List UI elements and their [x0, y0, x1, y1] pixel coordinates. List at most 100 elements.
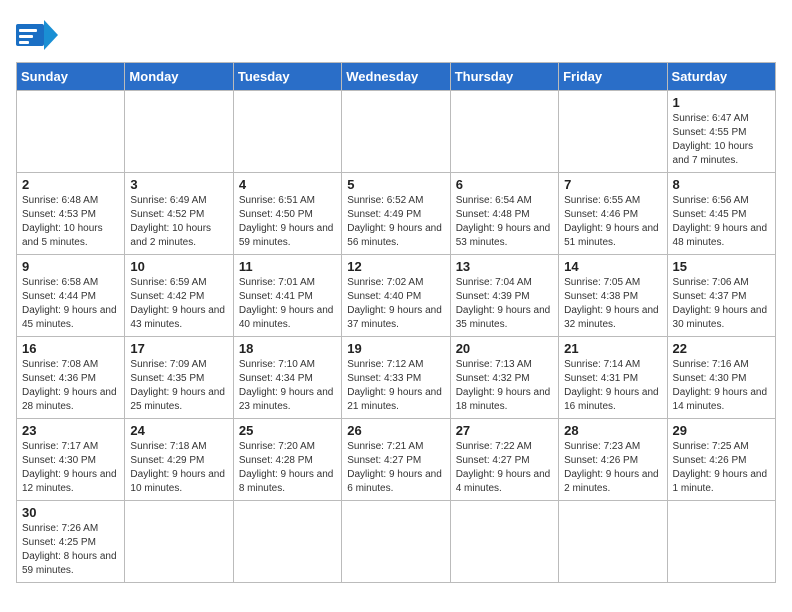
calendar-week-row: 1 Sunrise: 6:47 AM Sunset: 4:55 PM Daylig… — [17, 91, 776, 173]
calendar-day-cell: 12 Sunrise: 7:02 AM Sunset: 4:40 PM Dayli… — [342, 255, 450, 337]
weekday-header-thursday: Thursday — [450, 63, 558, 91]
day-info: Sunrise: 7:26 AM Sunset: 4:25 PM Dayligh… — [22, 522, 119, 578]
weekday-header-monday: Monday — [125, 63, 233, 91]
day-number: 1 — [673, 95, 770, 110]
day-info: Sunrise: 6:49 AM Sunset: 4:52 PM Dayligh… — [130, 194, 227, 250]
calendar-day-cell: 15 Sunrise: 7:06 AM Sunset: 4:37 PM Dayli… — [667, 255, 775, 337]
day-info: Sunrise: 7:20 AM Sunset: 4:28 PM Dayligh… — [239, 440, 336, 496]
day-info: Sunrise: 6:47 AM Sunset: 4:55 PM Dayligh… — [673, 112, 770, 168]
calendar-day-cell: 30 Sunrise: 7:26 AM Sunset: 4:25 PM Dayli… — [17, 501, 125, 583]
day-info: Sunrise: 6:54 AM Sunset: 4:48 PM Dayligh… — [456, 194, 553, 250]
day-number: 28 — [564, 423, 661, 438]
day-number: 20 — [456, 341, 553, 356]
calendar-day-cell — [125, 501, 233, 583]
day-info: Sunrise: 7:09 AM Sunset: 4:35 PM Dayligh… — [130, 358, 227, 414]
day-info: Sunrise: 6:52 AM Sunset: 4:49 PM Dayligh… — [347, 194, 444, 250]
calendar-day-cell: 24 Sunrise: 7:18 AM Sunset: 4:29 PM Dayli… — [125, 419, 233, 501]
calendar-day-cell: 5 Sunrise: 6:52 AM Sunset: 4:49 PM Daylig… — [342, 173, 450, 255]
day-info: Sunrise: 6:56 AM Sunset: 4:45 PM Dayligh… — [673, 194, 770, 250]
day-info: Sunrise: 7:14 AM Sunset: 4:31 PM Dayligh… — [564, 358, 661, 414]
day-number: 12 — [347, 259, 444, 274]
calendar-day-cell: 13 Sunrise: 7:04 AM Sunset: 4:39 PM Dayli… — [450, 255, 558, 337]
calendar-week-row: 23 Sunrise: 7:17 AM Sunset: 4:30 PM Dayli… — [17, 419, 776, 501]
calendar-day-cell — [450, 91, 558, 173]
logo-icon — [16, 16, 58, 54]
weekday-header-row: SundayMondayTuesdayWednesdayThursdayFrid… — [17, 63, 776, 91]
day-info: Sunrise: 7:05 AM Sunset: 4:38 PM Dayligh… — [564, 276, 661, 332]
calendar-day-cell: 7Sunrise: 6:55 AM Sunset: 4:46 PM Daylig… — [559, 173, 667, 255]
day-info: Sunrise: 6:59 AM Sunset: 4:42 PM Dayligh… — [130, 276, 227, 332]
day-number: 13 — [456, 259, 553, 274]
calendar-day-cell: 17 Sunrise: 7:09 AM Sunset: 4:35 PM Dayli… — [125, 337, 233, 419]
day-info: Sunrise: 7:04 AM Sunset: 4:39 PM Dayligh… — [456, 276, 553, 332]
day-number: 21 — [564, 341, 661, 356]
calendar-day-cell: 10 Sunrise: 6:59 AM Sunset: 4:42 PM Dayli… — [125, 255, 233, 337]
day-number: 4 — [239, 177, 336, 192]
day-number: 27 — [456, 423, 553, 438]
day-info: Sunrise: 7:21 AM Sunset: 4:27 PM Dayligh… — [347, 440, 444, 496]
day-number: 2 — [22, 177, 119, 192]
day-number: 10 — [130, 259, 227, 274]
calendar-day-cell — [233, 501, 341, 583]
day-info: Sunrise: 7:22 AM Sunset: 4:27 PM Dayligh… — [456, 440, 553, 496]
calendar-day-cell — [17, 91, 125, 173]
day-info: Sunrise: 7:06 AM Sunset: 4:37 PM Dayligh… — [673, 276, 770, 332]
calendar-day-cell: 28 Sunrise: 7:23 AM Sunset: 4:26 PM Dayli… — [559, 419, 667, 501]
day-info: Sunrise: 7:17 AM Sunset: 4:30 PM Dayligh… — [22, 440, 119, 496]
day-number: 19 — [347, 341, 444, 356]
day-info: Sunrise: 6:55 AM Sunset: 4:46 PM Dayligh… — [564, 194, 661, 250]
day-number: 25 — [239, 423, 336, 438]
weekday-header-wednesday: Wednesday — [342, 63, 450, 91]
calendar-day-cell: 14Sunrise: 7:05 AM Sunset: 4:38 PM Dayli… — [559, 255, 667, 337]
weekday-header-friday: Friday — [559, 63, 667, 91]
calendar-day-cell — [559, 91, 667, 173]
calendar-day-cell: 1 Sunrise: 6:47 AM Sunset: 4:55 PM Daylig… — [667, 91, 775, 173]
day-info: Sunrise: 6:58 AM Sunset: 4:44 PM Dayligh… — [22, 276, 119, 332]
day-info: Sunrise: 6:51 AM Sunset: 4:50 PM Dayligh… — [239, 194, 336, 250]
day-number: 22 — [673, 341, 770, 356]
calendar-day-cell: 29 Sunrise: 7:25 AM Sunset: 4:26 PM Dayli… — [667, 419, 775, 501]
calendar-week-row: 9Sunrise: 6:58 AM Sunset: 4:44 PM Daylig… — [17, 255, 776, 337]
calendar-day-cell — [667, 501, 775, 583]
day-number: 8 — [673, 177, 770, 192]
day-number: 15 — [673, 259, 770, 274]
calendar-day-cell: 9Sunrise: 6:58 AM Sunset: 4:44 PM Daylig… — [17, 255, 125, 337]
calendar-day-cell: 2 Sunrise: 6:48 AM Sunset: 4:53 PM Daylig… — [17, 173, 125, 255]
calendar-day-cell: 23 Sunrise: 7:17 AM Sunset: 4:30 PM Dayli… — [17, 419, 125, 501]
day-number: 23 — [22, 423, 119, 438]
weekday-header-saturday: Saturday — [667, 63, 775, 91]
calendar-week-row: 2 Sunrise: 6:48 AM Sunset: 4:53 PM Daylig… — [17, 173, 776, 255]
day-number: 29 — [673, 423, 770, 438]
calendar-day-cell: 19 Sunrise: 7:12 AM Sunset: 4:33 PM Dayli… — [342, 337, 450, 419]
day-info: Sunrise: 7:23 AM Sunset: 4:26 PM Dayligh… — [564, 440, 661, 496]
day-info: Sunrise: 7:02 AM Sunset: 4:40 PM Dayligh… — [347, 276, 444, 332]
day-number: 18 — [239, 341, 336, 356]
day-info: Sunrise: 7:10 AM Sunset: 4:34 PM Dayligh… — [239, 358, 336, 414]
day-info: Sunrise: 7:25 AM Sunset: 4:26 PM Dayligh… — [673, 440, 770, 496]
day-info: Sunrise: 7:01 AM Sunset: 4:41 PM Dayligh… — [239, 276, 336, 332]
calendar-day-cell — [450, 501, 558, 583]
day-number: 16 — [22, 341, 119, 356]
day-info: Sunrise: 7:12 AM Sunset: 4:33 PM Dayligh… — [347, 358, 444, 414]
day-number: 26 — [347, 423, 444, 438]
calendar-day-cell — [559, 501, 667, 583]
day-number: 30 — [22, 505, 119, 520]
day-number: 5 — [347, 177, 444, 192]
weekday-header-sunday: Sunday — [17, 63, 125, 91]
calendar-day-cell: 3Sunrise: 6:49 AM Sunset: 4:52 PM Daylig… — [125, 173, 233, 255]
calendar-week-row: 16Sunrise: 7:08 AM Sunset: 4:36 PM Dayli… — [17, 337, 776, 419]
calendar-table: SundayMondayTuesdayWednesdayThursdayFrid… — [16, 62, 776, 583]
calendar-day-cell: 22Sunrise: 7:16 AM Sunset: 4:30 PM Dayli… — [667, 337, 775, 419]
day-number: 6 — [456, 177, 553, 192]
day-info: Sunrise: 7:18 AM Sunset: 4:29 PM Dayligh… — [130, 440, 227, 496]
day-number: 17 — [130, 341, 227, 356]
calendar-day-cell — [125, 91, 233, 173]
calendar-day-cell: 16Sunrise: 7:08 AM Sunset: 4:36 PM Dayli… — [17, 337, 125, 419]
day-number: 24 — [130, 423, 227, 438]
calendar-day-cell: 6 Sunrise: 6:54 AM Sunset: 4:48 PM Daylig… — [450, 173, 558, 255]
calendar-day-cell: 11Sunrise: 7:01 AM Sunset: 4:41 PM Dayli… — [233, 255, 341, 337]
calendar-day-cell — [342, 91, 450, 173]
day-info: Sunrise: 6:48 AM Sunset: 4:53 PM Dayligh… — [22, 194, 119, 250]
calendar-week-row: 30 Sunrise: 7:26 AM Sunset: 4:25 PM Dayli… — [17, 501, 776, 583]
calendar-day-cell: 25 Sunrise: 7:20 AM Sunset: 4:28 PM Dayli… — [233, 419, 341, 501]
